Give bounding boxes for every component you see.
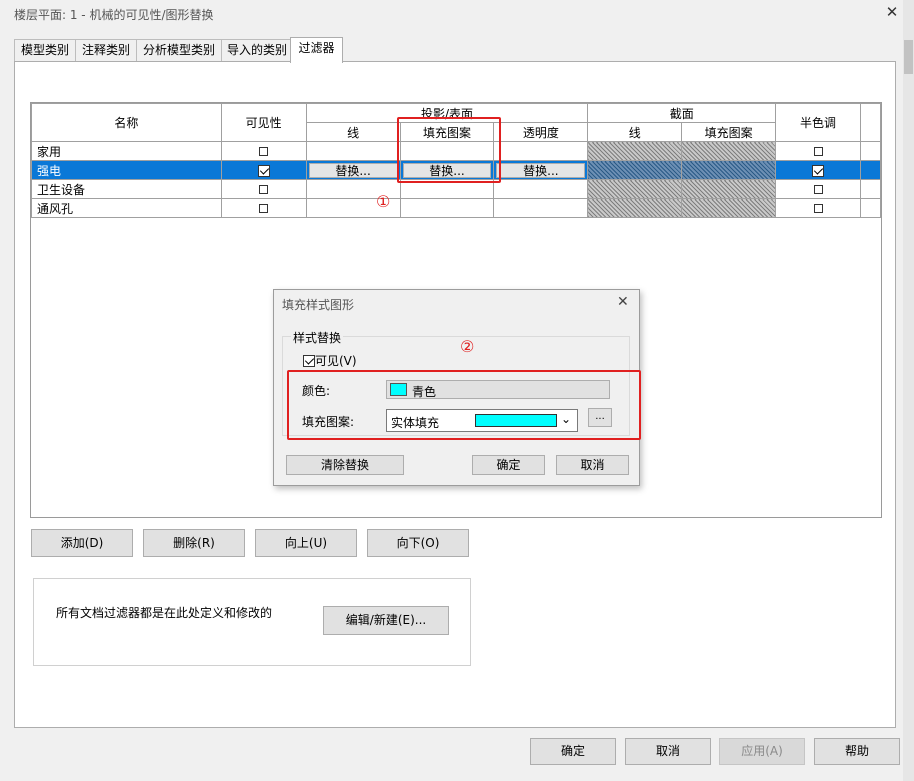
fill-pattern-select[interactable]: 实体填充 ⌄ bbox=[386, 409, 578, 432]
tab-model-categories[interactable]: 模型类别 bbox=[14, 39, 76, 62]
proj-line-cell[interactable] bbox=[305, 141, 401, 161]
tab-annotation-categories[interactable]: 注释类别 bbox=[75, 39, 137, 62]
group-label: 样式替换 bbox=[291, 329, 344, 346]
color-button[interactable]: 青色 bbox=[386, 380, 610, 399]
more-options-button[interactable]: ... bbox=[588, 408, 612, 427]
close-icon[interactable]: ✕ bbox=[884, 4, 900, 20]
chevron-down-icon[interactable]: ⌄ bbox=[561, 412, 571, 426]
transparency-cell[interactable] bbox=[493, 179, 589, 199]
help-button[interactable]: 帮助 bbox=[814, 738, 900, 765]
tab-filters[interactable]: 过滤器 bbox=[290, 37, 343, 63]
add-button[interactable]: 添加(D) bbox=[31, 529, 133, 557]
fill-pattern-dialog: 填充样式图形 ✕ 样式替换 可见(V) ② 颜色: 青色 填充图案: 实体填充 … bbox=[273, 289, 641, 486]
move-up-button[interactable]: 向上(U) bbox=[255, 529, 357, 557]
transparency-cell[interactable] bbox=[493, 141, 589, 161]
delete-button[interactable]: 删除(R) bbox=[143, 529, 245, 557]
header-visibility: 可见性 bbox=[220, 103, 307, 142]
table-row[interactable]: 通风孔 bbox=[31, 198, 882, 218]
vertical-scrollbar[interactable] bbox=[903, 0, 914, 781]
cut-fill-cell bbox=[681, 179, 777, 199]
visible-checkbox-row[interactable]: 可见(V) bbox=[303, 352, 357, 369]
visibility-checkbox[interactable] bbox=[259, 147, 269, 156]
header-halftone: 半色调 bbox=[775, 103, 861, 142]
cut-fill-cell bbox=[681, 160, 777, 180]
cut-line-cell bbox=[587, 141, 683, 161]
tab-analytical-categories[interactable]: 分析模型类别 bbox=[136, 39, 222, 62]
cut-fill-cell bbox=[681, 198, 777, 218]
header-cut-fill: 填充图案 bbox=[681, 122, 777, 142]
tab-imported-categories[interactable]: 导入的类别 bbox=[221, 39, 293, 62]
halftone-checkbox[interactable] bbox=[813, 204, 823, 213]
override-transparency-button[interactable]: 替换... bbox=[496, 162, 586, 178]
cancel-button[interactable]: 取消 bbox=[625, 738, 711, 765]
row-name: 卫生设备 bbox=[31, 179, 222, 199]
override-line-button[interactable]: 替换... bbox=[308, 162, 398, 178]
highlight-box-fill-column bbox=[397, 117, 501, 183]
info-box: 所有文档过滤器都是在此处定义和修改的 编辑/新建(E)... bbox=[33, 578, 471, 666]
halftone-checkbox[interactable] bbox=[813, 147, 823, 156]
cut-line-cell bbox=[587, 179, 683, 199]
color-swatch bbox=[390, 383, 407, 396]
ok-button[interactable]: 确定 bbox=[530, 738, 616, 765]
header-cut: 截面 bbox=[587, 103, 777, 123]
visibility-checkbox[interactable] bbox=[257, 164, 270, 177]
scrollbar-thumb[interactable] bbox=[904, 40, 913, 74]
cut-fill-cell bbox=[681, 141, 777, 161]
fill-pattern-swatch bbox=[475, 414, 557, 427]
window-title: 楼层平面: 1 - 机械的可见性/图形替换 bbox=[14, 8, 214, 22]
row-name: 通风孔 bbox=[31, 198, 222, 218]
apply-button[interactable]: 应用(A) bbox=[719, 738, 805, 765]
color-label: 颜色: bbox=[302, 384, 331, 398]
visibility-checkbox[interactable] bbox=[259, 204, 269, 213]
clear-override-button[interactable]: 清除替换 bbox=[286, 455, 404, 475]
proj-fill-cell[interactable] bbox=[399, 198, 495, 218]
header-transparency: 透明度 bbox=[493, 122, 589, 142]
visible-label: 可见(V) bbox=[315, 354, 357, 368]
dialog-close-icon[interactable]: ✕ bbox=[617, 294, 629, 310]
cut-line-cell bbox=[587, 198, 683, 218]
row-name: 家用 bbox=[31, 141, 222, 161]
info-text: 所有文档过滤器都是在此处定义和修改的 bbox=[56, 606, 273, 620]
cut-line-cell bbox=[587, 160, 683, 180]
annotation-marker-1: ① bbox=[376, 192, 391, 211]
color-value: 青色 bbox=[412, 385, 437, 399]
header-name: 名称 bbox=[31, 103, 222, 142]
transparency-cell[interactable] bbox=[493, 198, 589, 218]
halftone-checkbox[interactable] bbox=[812, 164, 825, 177]
annotation-marker-2: ② bbox=[460, 337, 475, 356]
visible-checkbox[interactable] bbox=[303, 355, 315, 367]
dialog-title: 填充样式图形 bbox=[282, 298, 355, 312]
fill-pattern-value: 实体填充 bbox=[391, 416, 440, 430]
header-cut-line: 线 bbox=[587, 122, 683, 142]
row-name: 强电 bbox=[31, 160, 222, 180]
move-down-button[interactable]: 向下(O) bbox=[367, 529, 469, 557]
edit-new-button[interactable]: 编辑/新建(E)... bbox=[323, 606, 449, 635]
dialog-cancel-button[interactable]: 取消 bbox=[556, 455, 629, 475]
header-spacer bbox=[859, 103, 882, 142]
fill-pattern-label: 填充图案: bbox=[302, 415, 355, 429]
halftone-checkbox[interactable] bbox=[813, 185, 823, 194]
dialog-ok-button[interactable]: 确定 bbox=[472, 455, 545, 475]
header-projection-line: 线 bbox=[305, 122, 401, 142]
visibility-checkbox[interactable] bbox=[259, 185, 269, 194]
